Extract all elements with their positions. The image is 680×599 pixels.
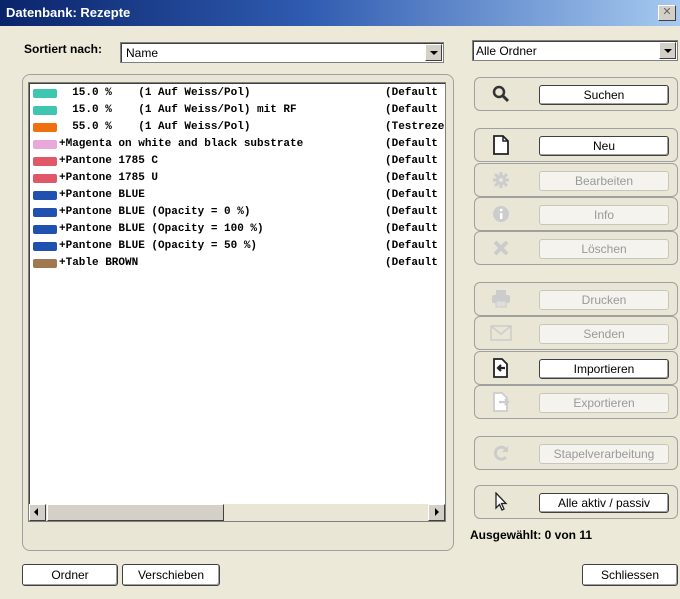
list-item[interactable]: +Pantone BLUE (Opacity = 50 %) (Default (29, 239, 445, 255)
recipe-source: (Default (385, 240, 438, 252)
toggle-all-row: Alle aktiv / passiv (474, 485, 678, 519)
recipe-name: +Pantone BLUE (Opacity = 0 %) (59, 206, 251, 218)
list-item[interactable]: 55.0 % (1 Auf Weiss/Pol) (Testreze (29, 120, 445, 136)
edit-row: Bearbeiten (474, 163, 678, 197)
delete-icon (489, 238, 513, 258)
search-icon (489, 84, 513, 104)
export-row: Exportieren (474, 385, 678, 419)
list-item[interactable]: +Table BROWN (Default (29, 256, 445, 272)
color-swatch (33, 106, 57, 115)
envelope-icon (489, 323, 513, 343)
scroll-right-icon[interactable] (428, 504, 445, 521)
new-document-icon (489, 135, 513, 155)
print-row: Drucken (474, 282, 678, 316)
import-row: Importieren (474, 351, 678, 385)
list-item[interactable]: +Magenta on white and black substrate (De… (29, 137, 445, 153)
list-item[interactable]: +Pantone BLUE (Opacity = 0 %) (Default (29, 205, 445, 221)
list-item[interactable]: 15.0 % (1 Auf Weiss/Pol) (Default (29, 86, 445, 102)
gear-icon (489, 170, 513, 190)
info-icon (489, 204, 513, 224)
move-button[interactable]: Verschieben (122, 564, 220, 586)
selection-status: Ausgewählt: 0 von 11 (470, 528, 593, 542)
recipe-name: +Pantone 1785 C (59, 155, 159, 167)
print-button[interactable]: Drucken (539, 290, 669, 310)
delete-row: Löschen (474, 231, 678, 265)
edit-button[interactable]: Bearbeiten (539, 171, 669, 191)
list-item[interactable]: 15.0 % (1 Auf Weiss/Pol) mit RF (Default (29, 103, 445, 119)
color-swatch (33, 89, 57, 98)
scroll-left-icon[interactable] (29, 504, 46, 521)
new-row: Neu (474, 128, 678, 162)
info-button[interactable]: Info (539, 205, 669, 225)
recipe-source: (Default (385, 257, 438, 269)
recipe-name: 15.0 % (1 Auf Weiss/Pol) mit RF (59, 104, 297, 116)
new-button[interactable]: Neu (539, 136, 669, 156)
import-icon (489, 358, 513, 378)
recipe-source: (Default (385, 206, 438, 218)
color-swatch (33, 123, 57, 132)
recipe-name: +Pantone BLUE (59, 189, 145, 201)
send-button[interactable]: Senden (539, 324, 669, 344)
color-swatch (33, 157, 57, 166)
color-swatch (33, 140, 57, 149)
batch-button[interactable]: Stapelverarbeitung (539, 444, 669, 464)
recipe-source: (Testreze (385, 121, 445, 133)
toggle-all-button[interactable]: Alle aktiv / passiv (539, 493, 669, 513)
search-row: Suchen (474, 77, 678, 111)
import-button[interactable]: Importieren (539, 359, 669, 379)
color-swatch (33, 259, 57, 268)
printer-icon (489, 289, 513, 309)
list-item[interactable]: +Pantone BLUE (Opacity = 100 %) (Default (29, 222, 445, 238)
color-swatch (33, 191, 57, 200)
sort-select-value: Name (126, 46, 159, 60)
list-item[interactable]: +Pantone BLUE (Default (29, 188, 445, 204)
list-item[interactable]: +Pantone 1785 U (Default (29, 171, 445, 187)
delete-button[interactable]: Löschen (539, 239, 669, 259)
refresh-icon (489, 443, 513, 463)
window-title: Datenbank: Rezepte (6, 5, 131, 20)
recipe-name: +Table BROWN (59, 257, 139, 269)
color-swatch (33, 225, 57, 234)
recipe-name: 55.0 % (1 Auf Weiss/Pol) (59, 121, 251, 133)
sort-select[interactable]: Name (120, 42, 444, 63)
search-button[interactable]: Suchen (539, 85, 669, 105)
close-icon[interactable]: ✕ (658, 5, 676, 21)
recipe-source: (Default (385, 87, 438, 99)
send-row: Senden (474, 316, 678, 350)
sort-label: Sortiert nach: (24, 42, 103, 56)
recipe-source: (Default (385, 223, 438, 235)
color-swatch (33, 208, 57, 217)
folder-button[interactable]: Ordner (22, 564, 118, 586)
title-bar: Datenbank: Rezepte ✕ (0, 0, 680, 26)
recipe-source: (Default (385, 155, 438, 167)
color-swatch (33, 174, 57, 183)
recipe-name: +Pantone BLUE (Opacity = 50 %) (59, 240, 258, 252)
batch-row: Stapelverarbeitung (474, 436, 678, 470)
chevron-down-icon[interactable] (425, 44, 442, 61)
recipe-source: (Default (385, 172, 438, 184)
list-item[interactable]: +Pantone 1785 C (Default (29, 154, 445, 170)
cursor-icon (489, 492, 513, 512)
chevron-down-icon[interactable] (659, 42, 676, 59)
recipe-name: +Magenta on white and black substrate (59, 138, 304, 150)
recipe-list[interactable]: 15.0 % (1 Auf Weiss/Pol) (Default 15.0 % … (28, 82, 446, 522)
recipe-name: 15.0 % (1 Auf Weiss/Pol) (59, 87, 251, 99)
recipe-source: (Default (385, 138, 438, 150)
recipe-name: +Pantone BLUE (Opacity = 100 %) (59, 223, 264, 235)
folder-select-value: Alle Ordner (476, 44, 537, 58)
recipe-name: +Pantone 1785 U (59, 172, 159, 184)
recipe-source: (Default (385, 104, 438, 116)
info-row: Info (474, 197, 678, 231)
folder-select[interactable]: Alle Ordner (472, 40, 678, 61)
export-button[interactable]: Exportieren (539, 393, 669, 413)
close-button[interactable]: Schliessen (582, 564, 678, 586)
scrollbar-thumb[interactable] (47, 504, 224, 521)
color-swatch (33, 242, 57, 251)
export-icon (489, 392, 513, 412)
horizontal-scrollbar[interactable] (29, 504, 445, 521)
recipe-source: (Default (385, 189, 438, 201)
